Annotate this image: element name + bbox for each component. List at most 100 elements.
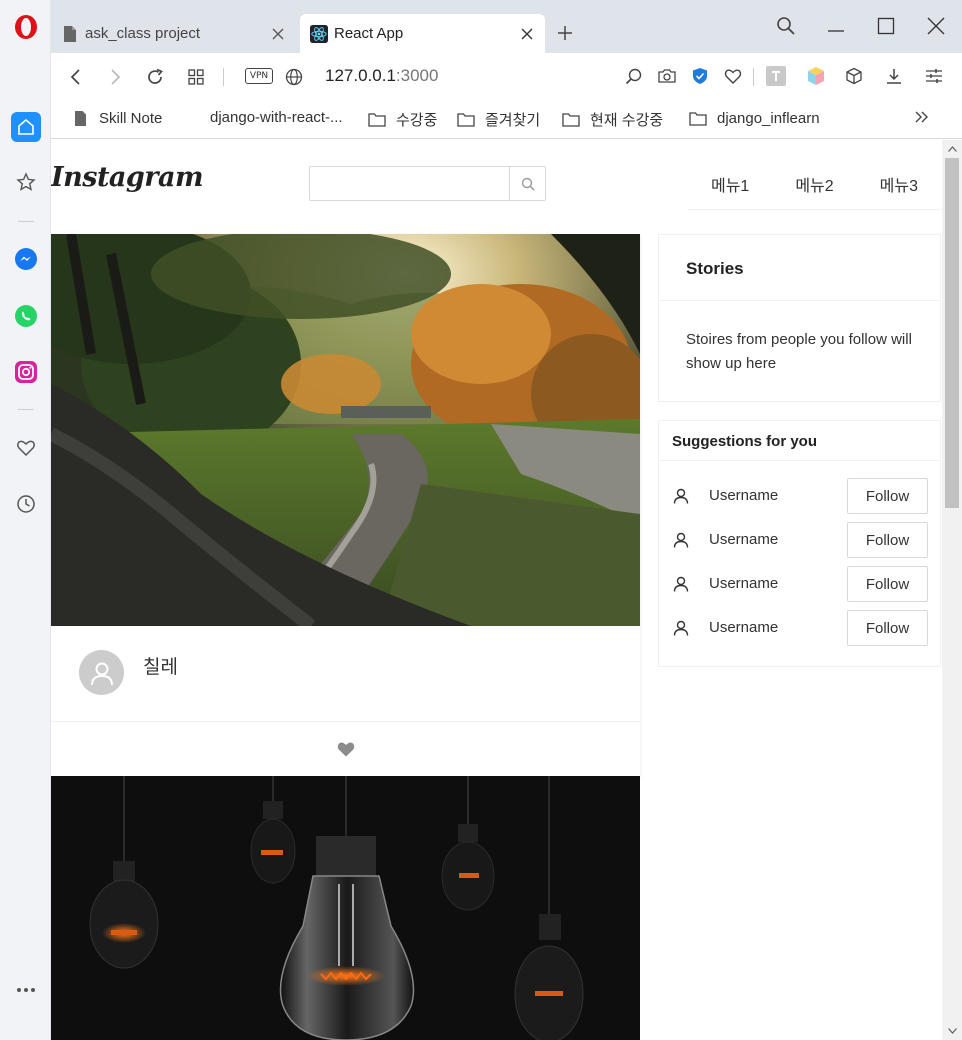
suggestion-username[interactable]: Username — [709, 575, 778, 592]
reload-icon[interactable] — [143, 65, 167, 89]
suggestion-item: Username Follow — [659, 522, 941, 558]
history-clock-icon[interactable] — [11, 489, 41, 519]
post-card — [51, 776, 640, 1040]
post-meta: 칠레 — [51, 626, 640, 722]
vpn-badge[interactable]: VPN — [245, 68, 273, 84]
follow-button[interactable]: Follow — [847, 522, 928, 558]
tab-title: React App — [334, 25, 404, 42]
bookmark-skill-note[interactable]: Skill Note — [71, 109, 162, 127]
shield-icon[interactable] — [689, 65, 711, 87]
easy-setup-sliders-icon[interactable] — [923, 65, 945, 87]
menu-item-1[interactable]: 메뉴1 — [688, 164, 772, 209]
speed-dial-grid-icon[interactable] — [184, 65, 208, 89]
close-tab-icon[interactable] — [270, 26, 286, 42]
tab-ask-class-project[interactable]: ask_class project — [51, 14, 296, 53]
bookmarks-overflow-chevron-icon[interactable] — [915, 111, 929, 123]
bookmark-label: 현재 수강중 — [590, 112, 664, 129]
page-search-icon[interactable] — [623, 65, 645, 87]
scrollbar-thumb[interactable] — [945, 158, 959, 508]
new-tab-plus-icon[interactable] — [554, 22, 576, 44]
tab-title: ask_class project — [85, 25, 201, 42]
post-photo-light-bulbs — [51, 776, 640, 1040]
user-icon — [672, 487, 690, 505]
react-logo-icon — [310, 24, 328, 43]
url-field[interactable]: 127.0.0.1:3000 — [325, 66, 438, 86]
heart-icon[interactable] — [722, 65, 744, 87]
page-scrollbar[interactable] — [942, 140, 962, 1040]
tab-search-icon[interactable] — [774, 14, 798, 38]
opera-logo-icon[interactable] — [13, 14, 39, 40]
extension-t-icon[interactable] — [765, 65, 787, 87]
more-options-icon[interactable] — [14, 980, 38, 1000]
bookmarks-bar: Skill Note django-with-react-... 수강중 즐겨찾… — [51, 100, 962, 139]
heart-icon[interactable] — [11, 433, 41, 463]
follow-button[interactable]: Follow — [847, 566, 928, 602]
messenger-icon[interactable] — [11, 244, 41, 274]
extension-cube-color-icon[interactable] — [805, 65, 827, 87]
suggestion-username[interactable]: Username — [709, 531, 778, 548]
extensions-cube-icon[interactable] — [843, 65, 865, 87]
follow-button[interactable]: Follow — [847, 610, 928, 646]
avatar[interactable] — [79, 650, 124, 695]
bookmark-label: 즐겨찾기 — [485, 112, 541, 129]
user-avatar-icon — [90, 662, 113, 685]
bookmark-folder-suganjung[interactable]: 수강중 — [368, 109, 437, 130]
suggestions-title: Suggestions for you — [659, 421, 940, 461]
suggestion-item: Username Follow — [659, 610, 941, 646]
download-icon[interactable] — [883, 65, 905, 87]
post-card: 칠레 — [51, 234, 640, 776]
suggestion-username[interactable]: Username — [709, 487, 778, 504]
url-host: 127.0.0.1 — [325, 66, 396, 85]
browser-sidebar — [0, 0, 51, 1040]
document-icon — [71, 109, 89, 127]
star-icon[interactable] — [11, 167, 41, 197]
close-tab-icon[interactable] — [519, 26, 535, 42]
document-icon — [61, 25, 79, 43]
post-caption: 칠레 — [143, 656, 178, 678]
like-heart-icon[interactable] — [337, 741, 355, 757]
folder-icon — [457, 111, 475, 129]
url-port: :3000 — [395, 66, 439, 85]
search-input[interactable] — [310, 167, 509, 200]
bookmark-django-with-react[interactable]: django-with-react-... — [210, 109, 343, 126]
search-box — [309, 166, 546, 201]
search-button[interactable] — [509, 167, 545, 200]
user-icon — [672, 575, 690, 593]
post-actions — [51, 722, 640, 776]
bookmark-folder-current-course[interactable]: 현재 수강중 — [562, 109, 663, 130]
user-icon — [672, 619, 690, 637]
bookmark-folder-favorites[interactable]: 즐겨찾기 — [457, 109, 540, 130]
search-icon — [521, 177, 535, 191]
toolbar-divider — [753, 68, 754, 86]
window-close-icon[interactable] — [924, 14, 948, 38]
camera-icon[interactable] — [656, 65, 678, 87]
home-icon[interactable] — [11, 112, 41, 142]
suggestion-item: Username Follow — [659, 478, 941, 514]
instagram-logo[interactable]: Instagram — [51, 162, 204, 193]
top-menu: 메뉴1 메뉴2 메뉴3 — [688, 164, 941, 210]
suggestion-username[interactable]: Username — [709, 619, 778, 636]
scroll-down-arrow-icon[interactable] — [947, 1026, 957, 1036]
folder-icon — [368, 111, 386, 129]
globe-icon[interactable] — [282, 65, 306, 89]
scroll-up-arrow-icon[interactable] — [947, 144, 957, 154]
stories-title: Stories — [659, 235, 940, 301]
tab-bar: ask_class project React App — [51, 0, 962, 53]
menu-item-2[interactable]: 메뉴2 — [772, 164, 856, 209]
page-viewport: Instagram 메뉴1 메뉴2 메뉴3 칠레 Stories Stoires… — [51, 140, 941, 1040]
bookmark-label: django-with-react-... — [210, 109, 343, 126]
bookmark-folder-django-inflearn[interactable]: django_inflearn — [689, 109, 820, 127]
stories-body: Stoires from people you follow will show… — [686, 331, 912, 372]
menu-item-3[interactable]: 메뉴3 — [857, 164, 941, 209]
folder-icon — [689, 109, 707, 127]
back-arrow-icon[interactable] — [64, 65, 88, 89]
stories-card: Stories Stoires from people you follow w… — [658, 234, 941, 402]
tab-react-app[interactable]: React App — [300, 14, 545, 53]
toolbar-divider — [223, 68, 224, 86]
follow-button[interactable]: Follow — [847, 478, 928, 514]
instagram-icon[interactable] — [11, 357, 41, 387]
maximize-icon[interactable] — [874, 14, 898, 38]
minimize-icon[interactable] — [824, 14, 848, 38]
whatsapp-icon[interactable] — [11, 301, 41, 331]
forward-arrow-icon[interactable] — [103, 65, 127, 89]
